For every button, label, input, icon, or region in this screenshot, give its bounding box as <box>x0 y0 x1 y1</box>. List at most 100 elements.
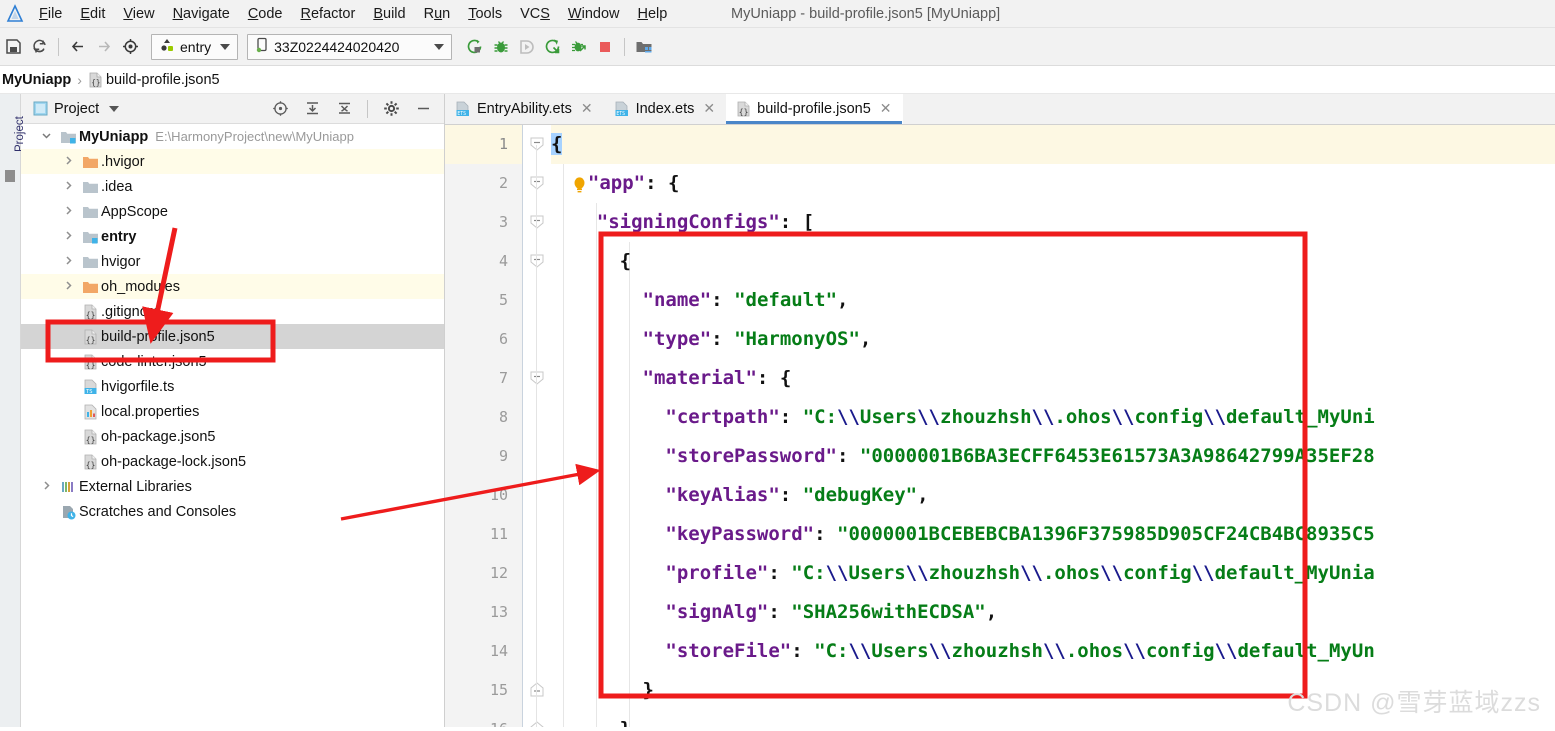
tree-row-hvigor[interactable]: .hvigor <box>21 149 444 174</box>
code-fold-toggle[interactable] <box>529 682 545 698</box>
code-folding-column[interactable] <box>523 125 551 727</box>
chevron-right-icon[interactable] <box>57 155 79 169</box>
expand-all-icon[interactable] <box>299 96 325 122</box>
save-all-icon[interactable] <box>0 34 26 60</box>
menu-tools[interactable]: Tools <box>459 4 511 24</box>
minus-icon[interactable] <box>410 96 436 122</box>
code-fold-toggle[interactable] <box>529 136 545 152</box>
chevron-right-icon[interactable] <box>57 180 79 194</box>
menu-window[interactable]: Window <box>559 4 629 24</box>
code-line[interactable]: "app": { <box>551 164 1555 203</box>
breadcrumb-file[interactable]: build-profile.json5 <box>106 72 220 88</box>
menu-vcs[interactable]: VCS <box>511 4 559 24</box>
menu-code[interactable]: Code <box>239 4 292 24</box>
sync-refresh-icon[interactable] <box>26 34 52 60</box>
editor-tab-entryability-ets[interactable]: ETSEntryAbility.ets✕ <box>445 94 604 124</box>
tree-row-hvigor[interactable]: hvigor <box>21 249 444 274</box>
chevron-down-icon[interactable] <box>220 44 230 50</box>
code-line[interactable]: "material": { <box>551 359 1555 398</box>
toolbar-separator-2 <box>624 38 625 56</box>
code-line[interactable]: { <box>551 125 1555 164</box>
code-line[interactable]: "keyAlias": "debugKey", <box>551 476 1555 515</box>
code-line[interactable]: { <box>551 242 1555 281</box>
close-icon[interactable]: ✕ <box>581 100 593 117</box>
attach-debugger-icon[interactable] <box>566 34 592 60</box>
code-fold-toggle[interactable] <box>529 253 545 269</box>
chevron-down-icon[interactable] <box>109 106 119 112</box>
menu-edit[interactable]: Edit <box>71 4 114 24</box>
gear-icon[interactable] <box>378 96 404 122</box>
tree-row-appscope[interactable]: AppScope <box>21 199 444 224</box>
code-line[interactable]: "name": "default", <box>551 281 1555 320</box>
tree-row-myuniapp[interactable]: MyUniappE:\HarmonyProject\new\MyUniapp <box>21 124 444 149</box>
code-line[interactable]: "storeFile": "C:\\Users\\zhouzhsh\\.ohos… <box>551 632 1555 671</box>
breadcrumb-root[interactable]: MyUniapp <box>2 72 71 88</box>
device-selector[interactable]: 33Z0224424020420 <box>247 34 452 60</box>
tree-row-label: Scratches and Consoles <box>79 504 236 520</box>
line-number: 12 <box>445 554 522 593</box>
code-content[interactable]: { "app": { "signingConfigs": [ { "name":… <box>551 125 1555 727</box>
tree-row-local-properties[interactable]: local.properties <box>21 399 444 424</box>
code-fold-toggle[interactable] <box>529 214 545 230</box>
close-icon[interactable]: ✕ <box>703 100 715 117</box>
tool-strip-grip[interactable] <box>5 170 15 182</box>
arrow-forward-icon[interactable] <box>91 34 117 60</box>
target-locate-icon[interactable] <box>117 34 143 60</box>
chevron-right-icon[interactable] <box>57 230 79 244</box>
chevron-right-icon[interactable] <box>57 280 79 294</box>
collapse-all-icon[interactable] <box>331 96 357 122</box>
tree-row-gitignore[interactable]: {}.gitignore <box>21 299 444 324</box>
project-view-icon <box>33 101 48 116</box>
code-line[interactable]: "type": "HarmonyOS", <box>551 320 1555 359</box>
tree-row-hvigorfile-ts[interactable]: TShvigorfile.ts <box>21 374 444 399</box>
menu-view[interactable]: View <box>114 4 163 24</box>
editor-tab-build-profile-json5[interactable]: {}build-profile.json5✕ <box>726 94 902 124</box>
line-number: 11 <box>445 515 522 554</box>
project-tree[interactable]: MyUniappE:\HarmonyProject\new\MyUniapp.h… <box>21 124 444 727</box>
run-icon[interactable] <box>462 34 488 60</box>
svg-text:{}: {} <box>85 460 95 469</box>
menu-run[interactable]: Run <box>415 4 460 24</box>
chevron-down-icon[interactable] <box>35 130 57 144</box>
menu-navigate[interactable]: Navigate <box>164 4 239 24</box>
project-structure-icon[interactable] <box>631 34 657 60</box>
menu-file[interactable]: File <box>30 4 71 24</box>
code-line[interactable]: "keyPassword": "0000001BCEBEBCBA1396F375… <box>551 515 1555 554</box>
tree-row-scratches-and-consoles[interactable]: Scratches and Consoles <box>21 499 444 524</box>
editor-tab-label: Index.ets <box>636 101 695 117</box>
code-fold-toggle[interactable] <box>529 175 545 191</box>
debug-bug-icon[interactable] <box>488 34 514 60</box>
close-icon[interactable]: ✕ <box>880 100 892 117</box>
tree-row-oh-modules[interactable]: oh_modules <box>21 274 444 299</box>
run-configuration-selector[interactable]: entry <box>151 34 238 60</box>
rerun-icon[interactable] <box>540 34 566 60</box>
chevron-right-icon[interactable] <box>57 255 79 269</box>
stop-square-icon[interactable] <box>592 34 618 60</box>
code-fold-toggle[interactable] <box>529 721 545 727</box>
menu-help[interactable]: Help <box>628 4 676 24</box>
chevron-down-icon[interactable] <box>434 44 444 50</box>
tree-row-idea[interactable]: .idea <box>21 174 444 199</box>
tree-row-oh-package-lock-json5[interactable]: {}oh-package-lock.json5 <box>21 449 444 474</box>
chevron-right-icon[interactable] <box>35 480 57 494</box>
tree-row-entry[interactable]: entry <box>21 224 444 249</box>
code-line[interactable]: "signAlg": "SHA256withECDSA", <box>551 593 1555 632</box>
code-editor[interactable]: 12345678910111213141516 { "app": { "sign… <box>445 125 1555 727</box>
tree-row-oh-package-json5[interactable]: {}oh-package.json5 <box>21 424 444 449</box>
menu-refactor[interactable]: Refactor <box>292 4 365 24</box>
code-fold-toggle[interactable] <box>529 370 545 386</box>
svg-text:{}: {} <box>91 78 100 87</box>
tree-row-external-libraries[interactable]: External Libraries <box>21 474 444 499</box>
code-line[interactable]: "profile": "C:\\Users\\zhouzhsh\\.ohos\\… <box>551 554 1555 593</box>
menu-build[interactable]: Build <box>364 4 414 24</box>
tree-row-build-profile-json5[interactable]: {}build-profile.json5 <box>21 324 444 349</box>
chevron-right-icon[interactable] <box>57 205 79 219</box>
tree-row-code-linter-json5[interactable]: {}code-linter.json5 <box>21 349 444 374</box>
arrow-back-icon[interactable] <box>65 34 91 60</box>
code-line[interactable]: "signingConfigs": [ <box>551 203 1555 242</box>
select-opened-file-icon[interactable] <box>267 96 293 122</box>
breadcrumb: MyUniapp › {} build-profile.json5 <box>0 66 1555 94</box>
code-line[interactable]: "storePassword": "0000001B6BA3ECFF6453E6… <box>551 437 1555 476</box>
code-line[interactable]: "certpath": "C:\\Users\\zhouzhsh\\.ohos\… <box>551 398 1555 437</box>
editor-tab-index-ets[interactable]: ETSIndex.ets✕ <box>604 94 727 124</box>
